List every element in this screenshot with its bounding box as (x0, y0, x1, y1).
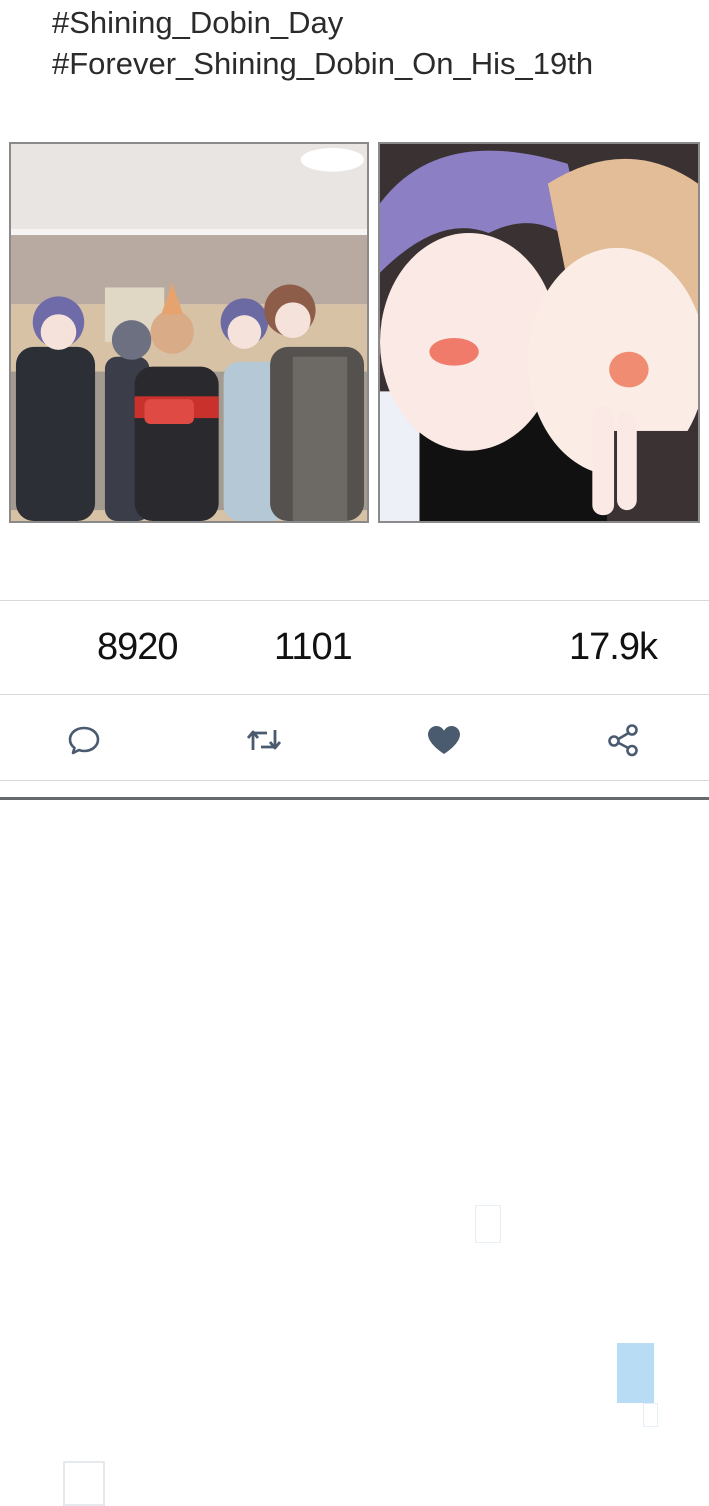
faint-placeholder-box (63, 1461, 105, 1506)
stats-top-divider (0, 600, 709, 601)
retweet-count: 1101 (274, 626, 353, 668)
share-button[interactable] (604, 720, 644, 760)
hashtag-line-1[interactable]: #Shining_Dobin_Day (52, 5, 343, 41)
stats-bottom-divider (0, 694, 709, 695)
like-count: 17.9k (569, 626, 658, 668)
actions-bottom-divider (0, 780, 709, 781)
faint-placeholder-box (475, 1205, 501, 1243)
reply-button[interactable] (64, 720, 104, 760)
reply-count: 8920 (97, 626, 179, 668)
group-illustration (11, 144, 367, 521)
heart-icon (428, 726, 460, 754)
duo-illustration (380, 144, 698, 521)
retweet-button[interactable] (244, 720, 284, 760)
light-blue-block (617, 1343, 654, 1403)
section-separator (0, 797, 709, 800)
tweet-image-group-birthday[interactable] (9, 142, 369, 523)
like-button[interactable] (424, 720, 464, 760)
retweet-arrows-icon (246, 730, 282, 750)
share-nodes-icon (608, 724, 638, 757)
tweet-image-duo-selfie[interactable] (378, 142, 700, 523)
comment-bubble-icon (68, 726, 100, 755)
hashtag-line-2[interactable]: #Forever_Shining_Dobin_On_His_19th (52, 46, 593, 82)
faint-placeholder-box (643, 1403, 658, 1427)
